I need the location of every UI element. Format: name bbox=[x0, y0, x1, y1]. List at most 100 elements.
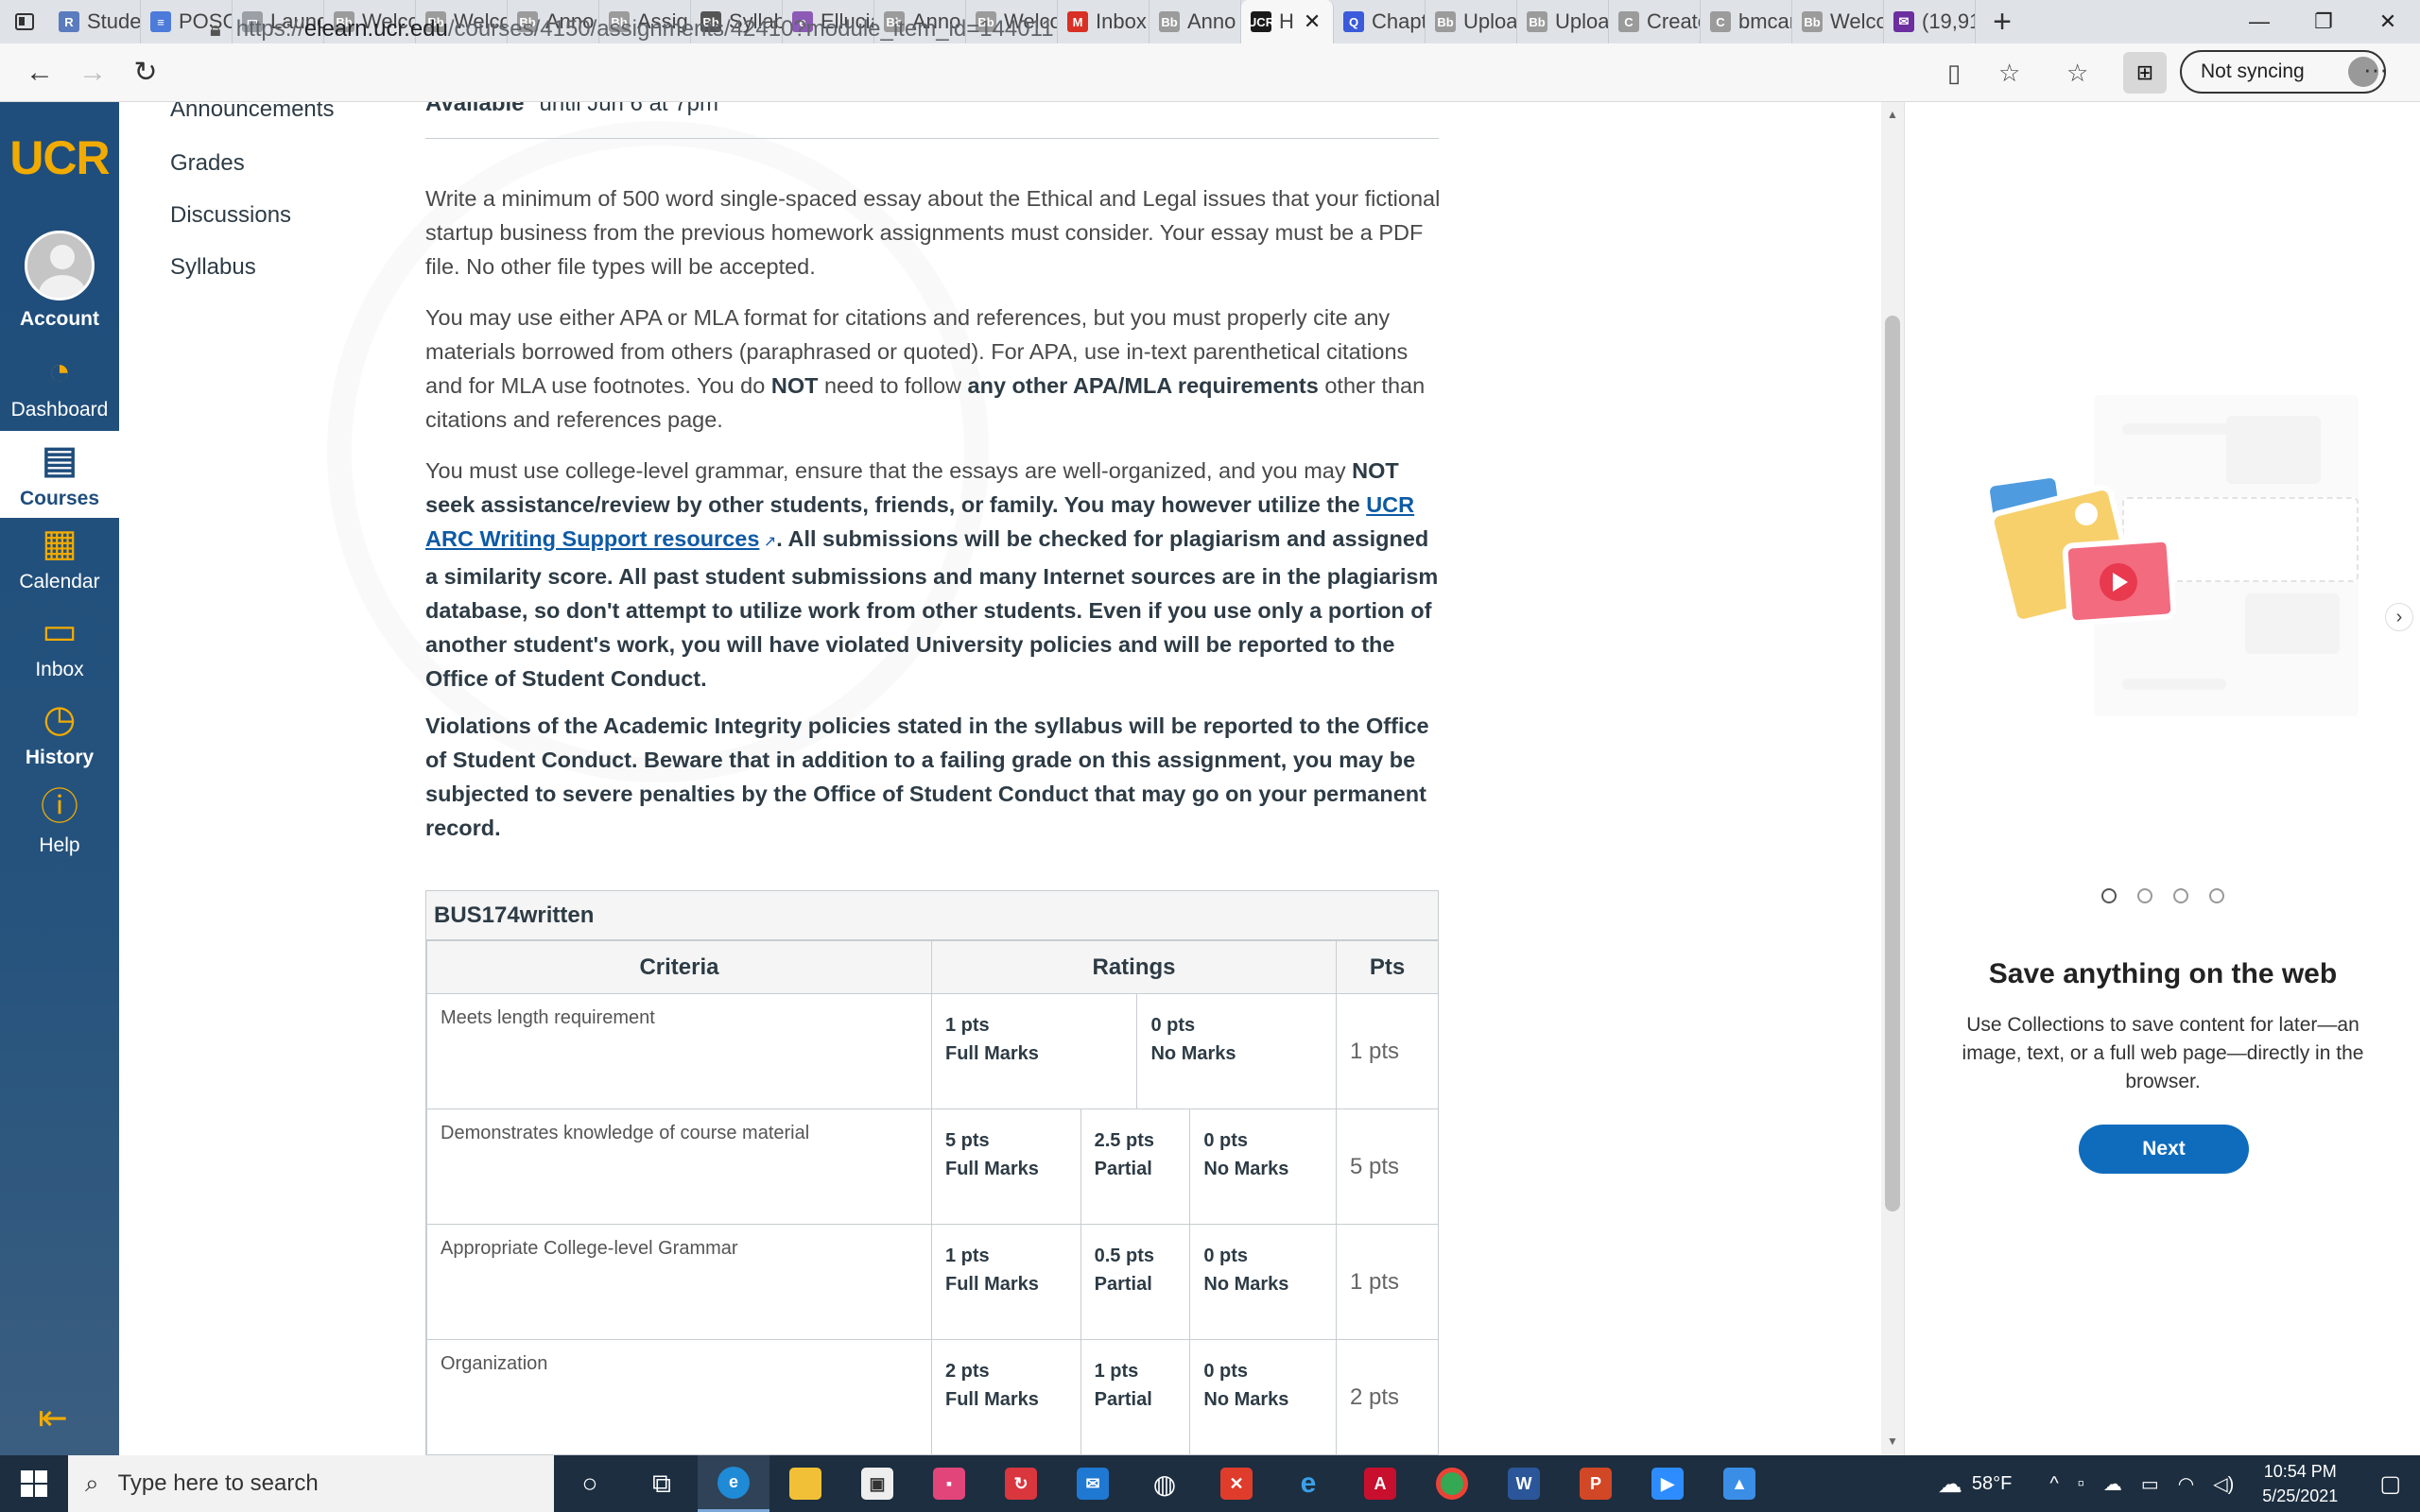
rating-description: Partial bbox=[1094, 1159, 1152, 1179]
photos-icon[interactable]: ▲ bbox=[1703, 1455, 1775, 1512]
weather-icon[interactable]: ☁ bbox=[1938, 1469, 1962, 1499]
more-options-icon[interactable]: ··· bbox=[2363, 55, 2388, 84]
scroll-up-arrow-icon[interactable]: ▲ bbox=[1887, 108, 1898, 121]
refresh-button[interactable]: ↻ bbox=[119, 46, 172, 99]
volume-icon[interactable]: ◁) bbox=[2213, 1472, 2234, 1496]
notifications-icon[interactable]: ▢ bbox=[2379, 1470, 2401, 1498]
url-field[interactable]: 🔒︎ https://elearn.ucr.edu/courses/4150/a… bbox=[210, 8, 1893, 51]
browser-tab[interactable]: ✉ (19,91 bbox=[1884, 0, 1976, 43]
global-nav-inbox[interactable]: ▭ Inbox bbox=[0, 610, 119, 691]
rating-description: Full Marks bbox=[945, 1159, 1039, 1179]
taskbar-search[interactable]: ⌕ Type here to search bbox=[68, 1455, 554, 1512]
globe-icon[interactable]: ◍ bbox=[1129, 1455, 1201, 1512]
immersive-reader-icon[interactable]: ▯ bbox=[1947, 59, 1961, 88]
rubric-rating: 5 pts Full Marks bbox=[932, 1109, 1081, 1224]
weather-temp[interactable]: 58°F bbox=[1972, 1473, 2012, 1495]
rating-description: No Marks bbox=[1203, 1389, 1289, 1410]
app-icon[interactable]: ▪ bbox=[913, 1455, 985, 1512]
profile-sync-button[interactable]: Not syncing bbox=[2180, 50, 2386, 94]
rating-points: 1 pts bbox=[1094, 1361, 1139, 1382]
task-view-icon[interactable]: ⧉ bbox=[626, 1455, 698, 1512]
collections-panel: › Save anything on the web Use Collectio… bbox=[1904, 102, 2420, 1455]
rubric-rating: 0.5 pts Partial bbox=[1081, 1225, 1191, 1339]
carousel-dot[interactable] bbox=[2137, 888, 2152, 903]
rubric-rating: 1 pts Full Marks bbox=[932, 1225, 1081, 1339]
windows-taskbar: ⌕ Type here to search ○ ⧉ e ▣ ▪ ↻ ✉ ◍ ✕ … bbox=[0, 1455, 2420, 1512]
app-icon[interactable]: ↻ bbox=[985, 1455, 1057, 1512]
course-nav-grades[interactable]: Grades bbox=[170, 150, 245, 177]
global-nav-label: Account bbox=[20, 308, 99, 330]
battery-icon[interactable]: ▭ bbox=[2141, 1472, 2159, 1496]
tab-actions-icon[interactable] bbox=[0, 0, 49, 43]
chevron-up-icon[interactable]: ^ bbox=[2049, 1473, 2058, 1495]
acrobat-icon[interactable]: A bbox=[1344, 1455, 1416, 1512]
zoom-icon[interactable]: ▶ bbox=[1632, 1455, 1703, 1512]
page-scrollbar[interactable]: ▲ ▼ bbox=[1881, 102, 1904, 1455]
restore-button[interactable]: ❐ bbox=[2291, 0, 2356, 43]
carousel-dot[interactable] bbox=[2209, 888, 2224, 903]
cortana-icon[interactable]: ○ bbox=[554, 1455, 626, 1512]
url-host: elearn.ucr.edu bbox=[303, 16, 448, 42]
chrome-icon[interactable] bbox=[1416, 1455, 1488, 1512]
rubric-ratings: 1 pts Full Marks 0.5 pts Partial 0 pts No Mar… bbox=[931, 1224, 1337, 1340]
lock-icon[interactable]: 🔒︎ bbox=[210, 17, 221, 42]
scroll-thumb[interactable] bbox=[1885, 316, 1900, 1211]
new-tab-button[interactable]: + bbox=[1976, 0, 2029, 43]
global-nav-history[interactable]: ◷ History bbox=[0, 697, 119, 779]
global-nav-label: History bbox=[25, 747, 95, 768]
back-button[interactable]: ← bbox=[13, 46, 66, 99]
collections-icon[interactable]: ⊞ bbox=[2123, 52, 2167, 94]
collapse-nav-icon[interactable]: ⇤ bbox=[38, 1397, 68, 1439]
global-nav-calendar[interactable]: ▦ Calendar bbox=[0, 522, 119, 603]
carousel-dot[interactable] bbox=[2101, 888, 2117, 903]
address-bar: ← → ↻ bbox=[0, 43, 2420, 102]
powerpoint-icon[interactable]: P bbox=[1560, 1455, 1632, 1512]
store-icon[interactable]: ▣ bbox=[841, 1455, 913, 1512]
rubric-rating: 2.5 pts Partial bbox=[1081, 1109, 1191, 1224]
rating-points: 0 pts bbox=[1203, 1246, 1249, 1266]
main-content: Announcements Grades Discussions Syllabu… bbox=[119, 102, 1883, 1455]
course-nav-discussions[interactable]: Discussions bbox=[170, 202, 291, 229]
onedrive-icon[interactable]: ☁ bbox=[2103, 1472, 2122, 1496]
collections-next-button[interactable]: Next bbox=[2079, 1125, 2249, 1174]
close-window-button[interactable]: ✕ bbox=[2356, 0, 2420, 43]
start-button[interactable] bbox=[0, 1455, 68, 1512]
rubric: BUS174written Criteria Ratings Pts Meets… bbox=[425, 890, 1439, 1455]
carousel-dot[interactable] bbox=[2173, 888, 2188, 903]
scroll-down-arrow-icon[interactable]: ▼ bbox=[1887, 1435, 1898, 1448]
meet-now-icon[interactable]: ▫ bbox=[2078, 1473, 2084, 1495]
rubric-rating: 0 pts No Marks bbox=[1190, 1340, 1336, 1454]
global-nav-label: Calendar bbox=[19, 571, 100, 593]
clock[interactable]: 10:54 PM 5/25/2021 bbox=[2262, 1459, 2338, 1508]
internet-explorer-icon[interactable]: e bbox=[1272, 1455, 1344, 1512]
browser-tab[interactable]: R Stude bbox=[49, 0, 141, 43]
word-icon[interactable]: W bbox=[1488, 1455, 1560, 1512]
next-slide-chevron-icon[interactable]: › bbox=[2385, 603, 2413, 631]
file-explorer-icon[interactable] bbox=[769, 1455, 841, 1512]
rating-description: Partial bbox=[1094, 1389, 1152, 1410]
forward-button[interactable]: → bbox=[66, 46, 119, 99]
course-nav-syllabus[interactable]: Syllabus bbox=[170, 254, 256, 281]
minimize-button[interactable]: — bbox=[2227, 0, 2291, 43]
carousel-dots bbox=[1905, 888, 2420, 903]
text-run-bold: NOT bbox=[770, 373, 819, 398]
rating-points: 0 pts bbox=[1203, 1130, 1249, 1151]
url-prefix: https:// bbox=[235, 16, 304, 42]
global-nav-help[interactable]: ⓘ Help bbox=[0, 785, 119, 867]
sync-status-label: Not syncing bbox=[2201, 60, 2305, 82]
course-nav-announcements[interactable]: Announcements bbox=[170, 102, 334, 123]
close-app-icon[interactable]: ✕ bbox=[1201, 1455, 1272, 1512]
global-nav-dashboard[interactable]: ◔ Dashboard bbox=[0, 350, 119, 431]
wifi-icon[interactable]: ◠ bbox=[2178, 1472, 2194, 1496]
rating-points: 0 pts bbox=[1150, 1015, 1196, 1036]
mail-icon[interactable]: ✉ bbox=[1057, 1455, 1129, 1512]
rubric-criterion: Demonstrates knowledge of course materia… bbox=[426, 1108, 932, 1225]
global-nav-account[interactable]: Account bbox=[0, 231, 119, 330]
add-favorite-icon[interactable]: ☆ bbox=[1998, 59, 2020, 88]
global-nav-courses[interactable]: ▤ Courses bbox=[0, 431, 119, 518]
favorites-icon[interactable]: ☆ bbox=[2066, 59, 2088, 88]
tab-label: (19,91 bbox=[1922, 9, 1976, 33]
ucr-logo[interactable]: UCR bbox=[0, 130, 119, 185]
edge-taskbar-icon[interactable]: e bbox=[698, 1455, 769, 1512]
rating-points: 0.5 pts bbox=[1094, 1246, 1154, 1266]
